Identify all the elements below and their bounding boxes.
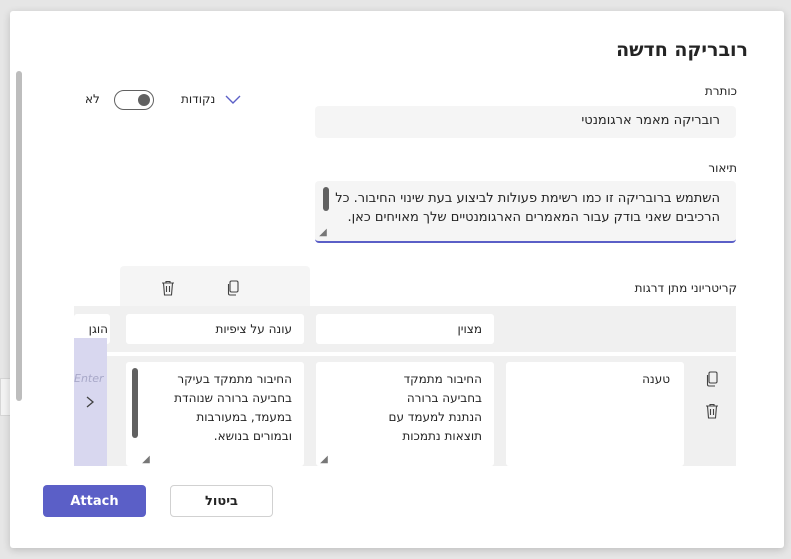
criterion-name: טענה bbox=[642, 372, 670, 386]
resize-grip-icon[interactable]: ◢ bbox=[318, 454, 330, 466]
criteria-label: קריטריוני מתן דרגות bbox=[634, 281, 737, 295]
level-meets-expectations[interactable]: עונה על ציפיות bbox=[126, 314, 304, 344]
description-text: השתמש ברובריקה זו כמו רשימת פעולות לביצו… bbox=[335, 191, 720, 225]
cell-scrollbar[interactable] bbox=[132, 368, 138, 438]
criterion-name-cell[interactable]: טענה bbox=[506, 362, 684, 466]
chevron-right-icon[interactable] bbox=[85, 394, 95, 413]
points-toggle[interactable] bbox=[114, 90, 154, 110]
toggle-state-label: לא bbox=[85, 92, 100, 106]
criterion-meets-text: החיבור מתמקד בעיקר בחביעה ברורה שנוהדת ב… bbox=[174, 372, 292, 443]
chevron-down-icon[interactable] bbox=[224, 91, 242, 105]
delete-criterion-icon[interactable] bbox=[702, 401, 722, 421]
level-actions-header bbox=[120, 266, 310, 306]
resize-grip-icon[interactable]: ◢ bbox=[317, 227, 329, 239]
dialog-title: רובריקה חדשה bbox=[616, 39, 748, 61]
level-excellent[interactable]: מצוין bbox=[316, 314, 494, 344]
faded-placeholder: Enter bbox=[74, 372, 104, 385]
rubric-title-input[interactable]: רובריקה מאמר ארגומנטי bbox=[315, 106, 736, 138]
rubric-description-input[interactable]: השתמש ברובריקה זו כמו רשימת פעולות לביצו… bbox=[315, 181, 736, 243]
cancel-button[interactable]: ביטול bbox=[170, 485, 273, 517]
description-scrollbar[interactable] bbox=[323, 187, 329, 211]
resize-grip-icon[interactable]: ◢ bbox=[140, 454, 152, 466]
criterion-excellent-text: החיבור מתמקד בחביעה ברורה הנתנת למעמד עם… bbox=[388, 372, 482, 443]
dialog-scrollbar[interactable] bbox=[16, 71, 22, 401]
copy-icon[interactable] bbox=[223, 278, 243, 298]
criterion-meets-cell[interactable]: החיבור מתמקד בעיקר בחביעה ברורה שנוהדת ב… bbox=[126, 362, 304, 466]
description-field-label: תיאור bbox=[708, 161, 737, 175]
criterion-excellent-cell[interactable]: החיבור מתמקד בחביעה ברורה הנתנת למעמד עם… bbox=[316, 362, 494, 466]
trash-icon[interactable] bbox=[158, 278, 178, 298]
scroll-levels-column[interactable]: Enter bbox=[74, 338, 107, 466]
title-field-label: כותרת bbox=[704, 84, 737, 98]
new-rubric-dialog: רובריקה חדשה לא נקודות כותרת רובריקה מאמ… bbox=[10, 11, 784, 548]
toggle-knob bbox=[138, 94, 150, 106]
copy-criterion-icon[interactable] bbox=[702, 369, 722, 389]
attach-button[interactable]: Attach bbox=[43, 485, 146, 517]
points-label: נקודות bbox=[181, 92, 216, 106]
